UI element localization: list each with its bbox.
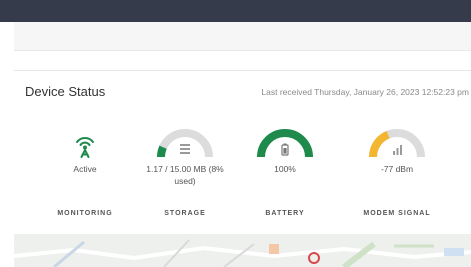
spacer: [14, 51, 471, 69]
storage-tile: 1.17 / 15.00 MB (8% used) STORAGE: [135, 129, 235, 217]
storage-icon: [180, 144, 190, 154]
last-received-text: Last received Thursday, January 26, 2023…: [261, 87, 469, 97]
signal-gauge: [369, 129, 425, 158]
monitoring-value: Active: [73, 164, 97, 174]
battery-label: BATTERY: [265, 210, 305, 217]
map-image: [14, 234, 471, 267]
device-status-card: Device Status Last received Thursday, Ja…: [14, 70, 471, 235]
toolbar-strip: [14, 22, 471, 51]
map-preview[interactable]: [14, 234, 471, 267]
monitoring-tile: Active MONITORING: [35, 129, 135, 217]
left-edge: [0, 22, 14, 267]
monitoring-label: MONITORING: [57, 210, 113, 217]
battery-tile: 100% BATTERY: [235, 129, 335, 217]
battery-gauge: [257, 129, 313, 158]
storage-gauge: [157, 129, 213, 158]
modem-signal-tile: -77 dBm MODEM SIGNAL: [347, 129, 447, 217]
storage-label: STORAGE: [164, 210, 206, 217]
battery-icon: [281, 143, 289, 156]
storage-value: 1.17 / 15.00 MB (8% used): [146, 164, 224, 186]
modem-signal-label: MODEM SIGNAL: [363, 210, 431, 217]
modem-signal-value: -77 dBm: [380, 164, 414, 174]
battery-value: 100%: [274, 164, 296, 174]
signal-icon: [393, 145, 402, 155]
antenna-icon: [76, 137, 94, 158]
card-title: Device Status: [25, 84, 106, 99]
top-header-bar: [0, 0, 471, 22]
